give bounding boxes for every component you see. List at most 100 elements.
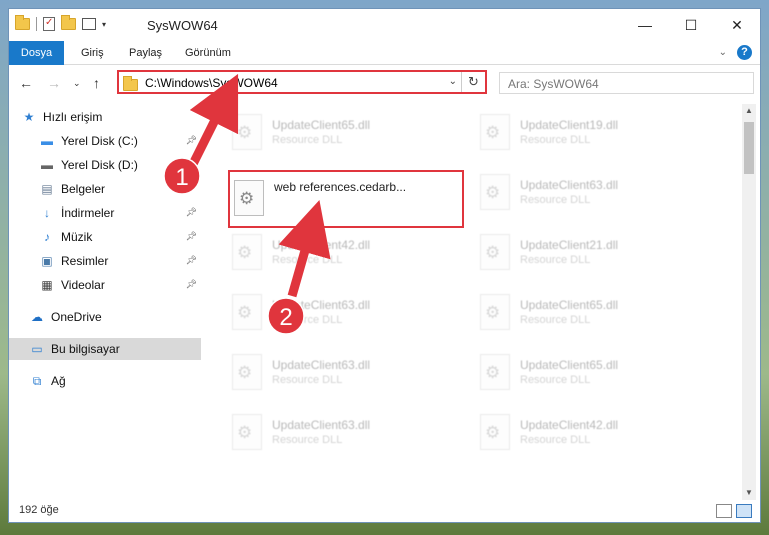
sidebar-item-disk-c[interactable]: ▬ Yerel Disk (C:) 📌︎ [9, 130, 201, 152]
pin-icon[interactable]: 📌︎ [186, 231, 197, 242]
file-type: Resource DLL [520, 434, 591, 446]
sidebar-item-label: Ağ [51, 374, 66, 388]
scrollbar-thumb[interactable] [744, 122, 754, 174]
file-name: UpdateClient63.dll [272, 418, 371, 432]
file-type: Resource DLL [272, 134, 343, 146]
address-dropdown-icon[interactable]: ⌄ [449, 76, 457, 87]
window-title: SysWOW64 [147, 18, 218, 33]
scroll-down-icon[interactable]: ▼ [742, 486, 756, 500]
file-name: UpdateClient65.dll [272, 118, 371, 132]
item-count: 192 öğe [19, 504, 59, 516]
sidebar-item-disk-d[interactable]: ▬ Yerel Disk (D:) 📌︎ [9, 154, 201, 176]
recent-dropdown-icon[interactable]: ⌄ [73, 78, 81, 89]
sidebar-item-label: Bu bilgisayar [51, 342, 120, 356]
close-button[interactable]: ✕ [714, 9, 760, 41]
file-item[interactable]: UpdateClient42.dll Resource DLL [474, 404, 704, 460]
sidebar-item-label: Belgeler [61, 182, 106, 196]
forward-arrow-icon[interactable]: → [47, 75, 61, 91]
file-type: Resource DLL [272, 254, 343, 266]
file-item[interactable]: UpdateClient65.dll Resource DLL [474, 344, 704, 400]
file-type: Resource DLL [272, 434, 343, 446]
file-item[interactable]: UpdateClient65.dll Resource DLL [226, 104, 456, 160]
dll-file-icon [480, 234, 510, 270]
star-icon: ★ [23, 110, 35, 124]
sidebar-item-label: Müzik [61, 230, 93, 244]
file-item[interactable]: UpdateClient63.dll Resource DLL [226, 404, 456, 460]
minimize-button[interactable]: — [622, 9, 668, 41]
up-arrow-icon[interactable]: ↑ [93, 75, 100, 91]
address-path[interactable]: C:\Windows\SysWOW64 [145, 76, 278, 90]
refresh-icon[interactable]: ↻ [461, 72, 485, 92]
sidebar-item-label: Resimler [61, 254, 109, 268]
sidebar-item-label: Videolar [61, 278, 105, 292]
file-name: UpdateClient42.dll [520, 418, 619, 432]
view-icon[interactable] [82, 18, 96, 30]
status-bar: 192 öğe [9, 500, 760, 522]
tab-giris[interactable]: Giriş [71, 41, 114, 65]
pin-icon[interactable]: 📌︎ [186, 159, 197, 170]
large-icons-view-icon[interactable] [736, 504, 752, 518]
address-folder-icon [123, 76, 138, 91]
file-item[interactable]: UpdateClient63.dll Resource DLL [226, 284, 456, 340]
sidebar-item-onedrive[interactable]: ☁ OneDrive [9, 306, 201, 328]
file-item[interactable]: UpdateClient19.dll Resource DLL [474, 104, 704, 160]
sidebar-item-downloads[interactable]: ↓ İndirmeler 📌︎ [9, 202, 201, 224]
file-type: Resource DLL [520, 194, 591, 206]
details-view-icon[interactable] [716, 504, 732, 518]
file-item[interactable]: UpdateClient65.dll Resource DLL [474, 284, 704, 340]
qat-separator [36, 17, 37, 31]
file-list: UpdateClient65.dll Resource DLL web refe… [204, 104, 740, 500]
pin-icon[interactable]: 📌︎ [186, 183, 197, 194]
pin-icon[interactable]: 📌︎ [186, 135, 197, 146]
sidebar-item-pictures[interactable]: ▣ Resimler 📌︎ [9, 250, 201, 272]
tab-gorunum[interactable]: Görünüm [175, 41, 241, 65]
sidebar-item-this-pc[interactable]: ▭ Bu bilgisayar [9, 338, 201, 360]
view-toggles [716, 504, 752, 518]
file-type: Resource DLL [520, 314, 591, 326]
expand-ribbon-icon[interactable]: ⌄ [719, 47, 727, 58]
back-arrow-icon[interactable]: ← [19, 75, 33, 91]
documents-icon: ▤ [41, 182, 53, 196]
vertical-scrollbar[interactable]: ▲ ▼ [742, 104, 756, 500]
file-name: web references.cedarb... [274, 180, 407, 194]
ribbon-tabs: Dosya Giriş Paylaş Görünüm ⌄ ? [9, 41, 760, 65]
file-item[interactable]: UpdateClient42.dll Resource DLL [226, 224, 456, 280]
cloud-icon: ☁ [31, 310, 43, 324]
search-placeholder: Ara: SysWOW64 [508, 77, 599, 91]
file-type: Resource DLL [272, 314, 343, 326]
tab-paylas[interactable]: Paylaş [119, 41, 172, 65]
pin-icon[interactable]: 📌︎ [186, 207, 197, 218]
maximize-button[interactable]: ☐ [668, 9, 714, 41]
sidebar-item-quick-access[interactable]: ★ Hızlı erişim [9, 106, 201, 128]
pin-icon[interactable]: 📌︎ [186, 255, 197, 266]
properties-icon[interactable] [43, 17, 55, 31]
dll-file-icon [234, 180, 264, 216]
file-name: UpdateClient63.dll [520, 178, 619, 192]
sidebar-item-documents[interactable]: ▤ Belgeler 📌︎ [9, 178, 201, 200]
dll-file-icon [232, 354, 262, 390]
file-item-highlighted[interactable]: web references.cedarb... [228, 170, 464, 228]
help-icon[interactable]: ? [737, 45, 752, 60]
dll-file-icon [232, 414, 262, 450]
qat-dropdown-icon[interactable]: ▾ [102, 20, 106, 29]
tab-dosya[interactable]: Dosya [9, 41, 64, 65]
music-icon: ♪ [44, 230, 50, 244]
scroll-up-icon[interactable]: ▲ [742, 104, 756, 118]
search-input[interactable]: Ara: SysWOW64 [499, 72, 754, 94]
navigation-bar: ← → ⌄ ↑ C:\Windows\SysWOW64 ⌄ ↻ Ara: Sys… [9, 66, 760, 100]
sidebar-item-network[interactable]: ⧉ Ağ [9, 370, 201, 392]
sidebar-item-videos[interactable]: ▦ Videolar 📌︎ [9, 274, 201, 296]
window-controls: — ☐ ✕ [622, 9, 760, 41]
file-item[interactable]: UpdateClient63.dll Resource DLL [226, 344, 456, 400]
dll-file-icon [232, 114, 262, 150]
file-item[interactable]: UpdateClient21.dll Resource DLL [474, 224, 704, 280]
file-name: UpdateClient63.dll [272, 298, 371, 312]
file-item[interactable]: UpdateClient63.dll Resource DLL [474, 164, 704, 220]
sidebar-item-music[interactable]: ♪ Müzik 📌︎ [9, 226, 201, 248]
dll-file-icon [480, 294, 510, 330]
file-type: Resource DLL [520, 374, 591, 386]
address-bar[interactable]: C:\Windows\SysWOW64 ⌄ ↻ [117, 70, 487, 94]
new-folder-icon[interactable] [61, 15, 76, 30]
file-type: Resource DLL [520, 254, 591, 266]
pin-icon[interactable]: 📌︎ [186, 279, 197, 290]
